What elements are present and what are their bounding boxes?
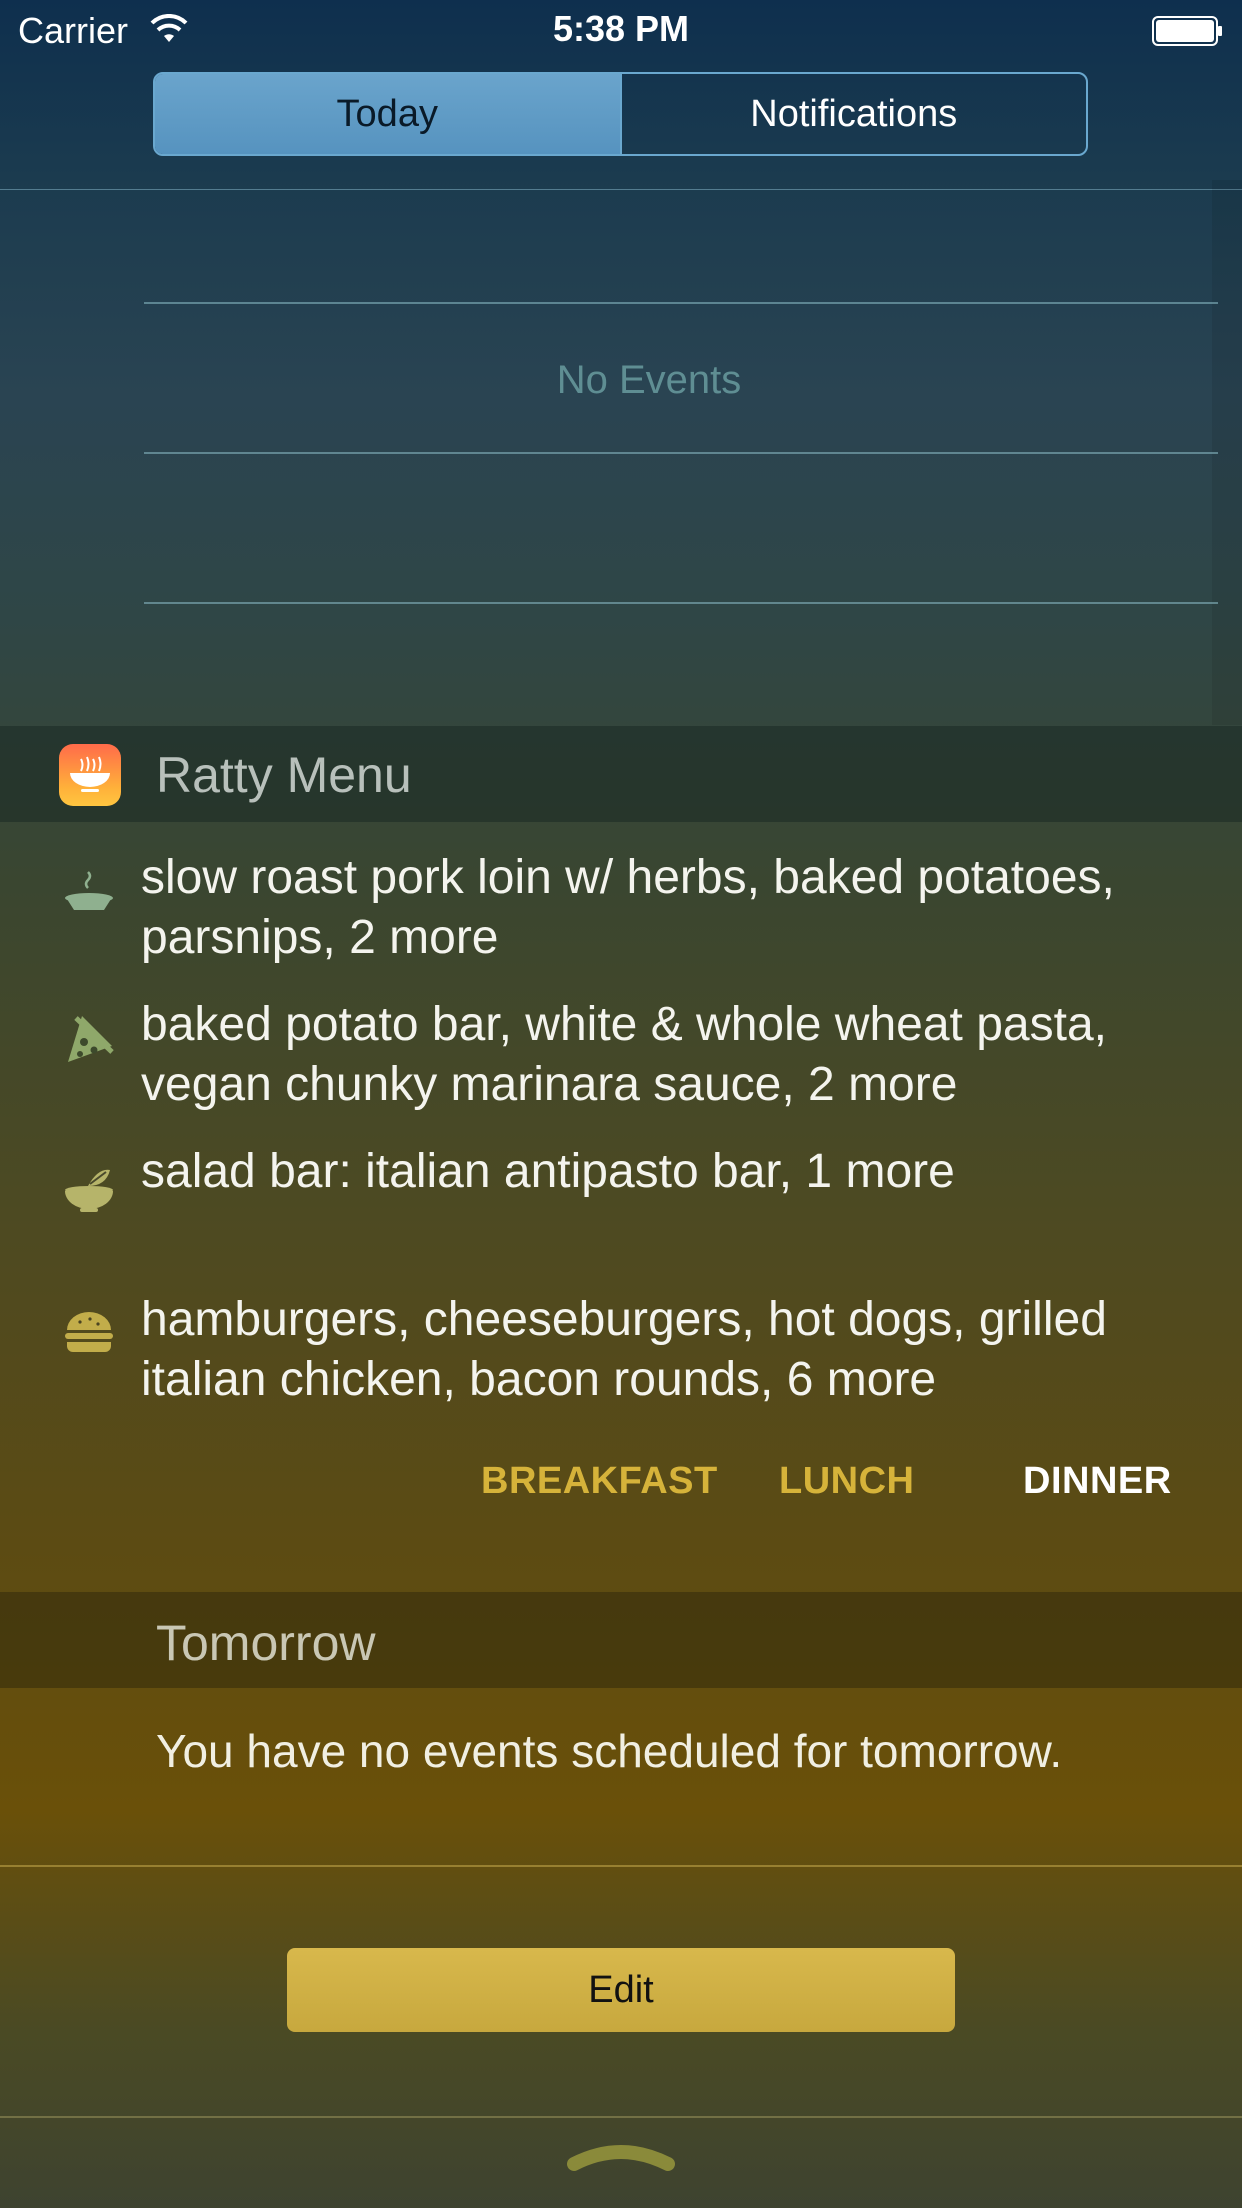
tomorrow-empty-text: You have no events scheduled for tomorro…	[156, 1725, 1063, 1777]
view-switcher: Today Notifications	[153, 72, 1088, 156]
pie-icon	[65, 871, 113, 910]
tomorrow-title: Tomorrow	[156, 1615, 376, 1671]
salad-bowl-icon	[65, 1169, 113, 1212]
meal-tab-lunch[interactable]: LUNCH	[779, 1460, 914, 1503]
chevron-up-grabber-icon[interactable]	[566, 2142, 676, 2172]
battery-icon	[1152, 16, 1222, 46]
section-divider	[0, 1865, 1242, 1867]
no-events-label: No Events	[556, 358, 742, 402]
burger-icon	[65, 1312, 113, 1352]
bottom-divider	[0, 2116, 1242, 2118]
menu-item-pasta[interactable]: baked potato bar, white & whole wheat pa…	[141, 995, 1221, 1115]
status-time: 5:38 PM	[552, 8, 690, 49]
pizza-icon	[68, 1016, 114, 1062]
menu-item-salad[interactable]: salad bar: italian antipasto bar, 1 more	[141, 1142, 1221, 1202]
calendar-divider	[144, 452, 1218, 454]
ratty-menu-title: Ratty Menu	[156, 747, 412, 803]
ratty-app-icon[interactable]	[59, 744, 121, 806]
calendar-divider	[144, 302, 1218, 304]
calendar-divider	[144, 602, 1218, 604]
meal-tab-dinner[interactable]: DINNER	[1023, 1460, 1172, 1503]
menu-item-entree[interactable]: slow roast pork loin w/ herbs, baked pot…	[141, 848, 1221, 968]
edit-button[interactable]: Edit	[287, 1948, 955, 2032]
noodle-bowl-icon	[70, 756, 110, 792]
tab-notifications[interactable]: Notifications	[622, 74, 1087, 154]
meal-tab-breakfast[interactable]: BREAKFAST	[481, 1460, 718, 1503]
status-bar: Carrier 5:38 PM	[0, 0, 1242, 62]
tab-today[interactable]: Today	[155, 74, 622, 154]
menu-item-grill[interactable]: hamburgers, cheeseburgers, hot dogs, gri…	[141, 1290, 1221, 1410]
header-divider	[0, 189, 1242, 190]
